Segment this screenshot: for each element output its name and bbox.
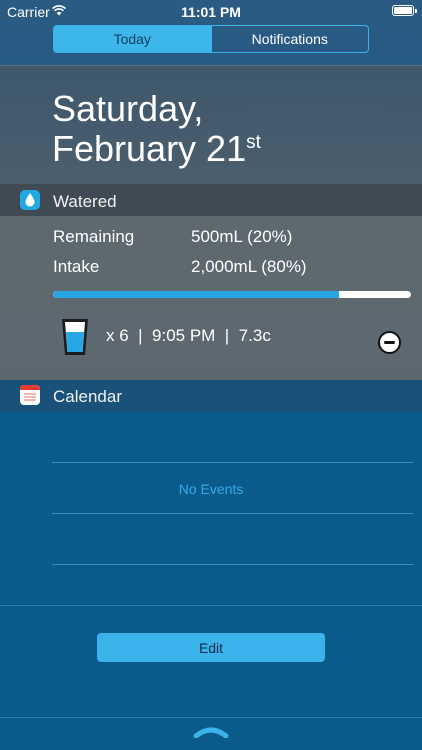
tab-notifications[interactable]: Notifications	[210, 26, 369, 52]
remaining-value: 500mL (20%)	[191, 227, 293, 246]
view-switcher: Today Notifications	[53, 25, 369, 53]
intake-label: Intake	[53, 257, 100, 276]
entry-separator: |	[133, 326, 148, 345]
divider	[0, 717, 422, 718]
intake-value: 2,000mL (80%)	[191, 257, 307, 276]
entry-separator: |	[220, 326, 234, 345]
calendar-title: Calendar	[53, 387, 122, 406]
divider	[0, 605, 422, 606]
calendar-icon	[20, 385, 40, 405]
divider	[52, 462, 413, 463]
edit-button[interactable]: Edit	[97, 633, 325, 662]
entry-amount: 7.3c	[238, 326, 271, 345]
date-month-day: February 21st	[52, 128, 261, 170]
no-events-label: No Events	[178, 481, 244, 497]
watered-title: Watered	[53, 192, 117, 211]
date-weekday: Saturday,	[52, 88, 204, 129]
intake-progress-bar	[53, 291, 411, 298]
minus-circle-icon[interactable]	[378, 331, 401, 354]
battery-icon	[392, 5, 417, 16]
date-month-day-text: February 21	[52, 128, 247, 169]
entry-time: 9:05 PM	[152, 326, 216, 345]
divider	[52, 564, 413, 565]
intake-entry: x 6 | 9:05 PM | 7.3c	[106, 326, 271, 346]
water-glass-icon	[62, 319, 88, 355]
clock: 11:01 PM	[181, 4, 241, 20]
divider	[52, 513, 413, 514]
entry-count: x 6	[106, 326, 129, 345]
remaining-label: Remaining	[53, 227, 135, 246]
tab-today[interactable]: Today	[54, 26, 211, 52]
status-bar: Carrier 11:01 PM	[0, 0, 422, 22]
pull-handle-icon[interactable]	[193, 726, 229, 738]
water-drop-icon	[20, 190, 40, 210]
date-suffix: st	[246, 132, 261, 153]
intake-progress-fill	[53, 291, 340, 298]
